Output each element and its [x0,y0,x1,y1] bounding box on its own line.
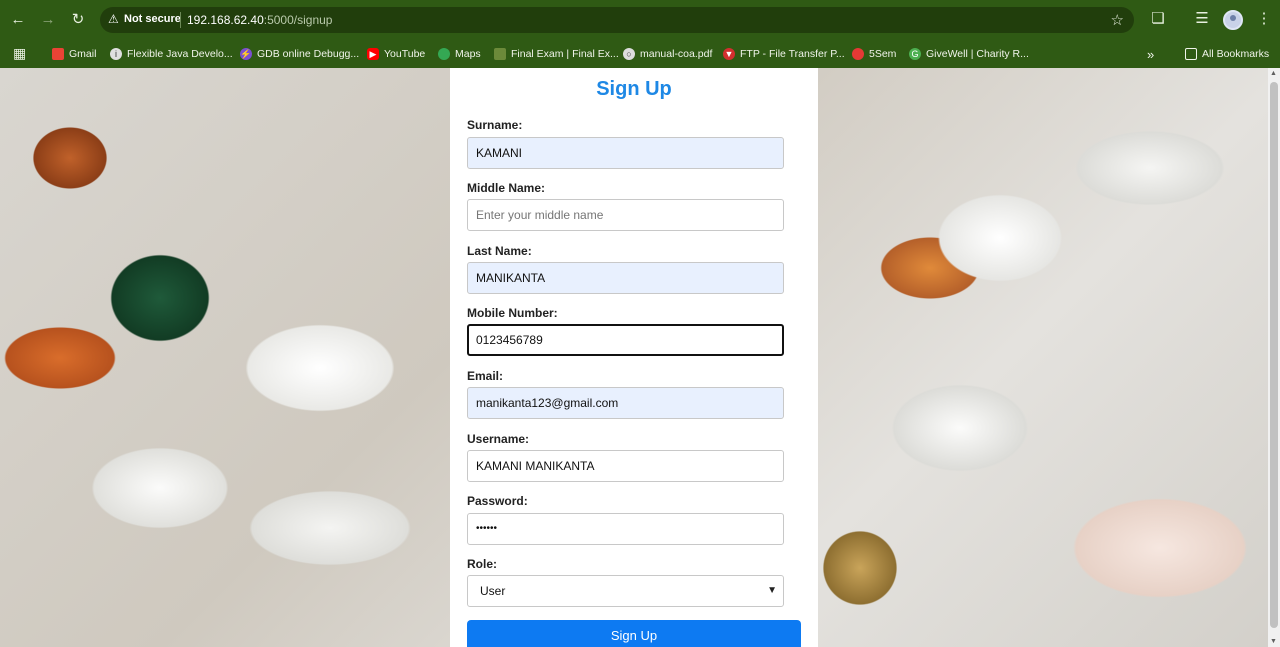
folder-icon [1185,48,1197,60]
bookmark-manual[interactable]: ○ manual-coa.pdf [623,45,712,63]
bookmark-gdb[interactable]: ⚡ GDB online Debugg... [240,45,359,63]
scroll-thumb[interactable] [1270,82,1278,628]
profile-avatar[interactable] [1223,10,1243,30]
gdb-icon: ⚡ [240,48,252,60]
back-icon[interactable]: ← [8,10,28,30]
givewell-icon: G [909,48,921,60]
browser-toolbar: ← → ↻ ⚠ Not secure 192.168.62.40:5000/si… [0,0,1280,40]
email-input[interactable]: manikanta123@gmail.com [467,387,784,419]
page-background: Sign Up Surname: KAMANI Middle Name: Ent… [0,68,1268,647]
scroll-up-icon[interactable]: ▲ [1270,70,1277,77]
forward-icon[interactable]: → [38,10,58,30]
exam-icon [494,48,506,60]
role-value: User [480,584,506,598]
address-bar[interactable]: ⚠ Not secure 192.168.62.40:5000/signup ☆ [100,7,1134,33]
security-label[interactable]: Not secure [124,13,181,25]
5sem-icon [852,48,864,60]
youtube-icon: ▶ [367,48,379,60]
signup-button[interactable]: Sign Up [467,620,801,647]
reload-icon[interactable]: ↻ [68,10,88,30]
menu-icon[interactable]: ⋮ [1254,9,1274,27]
bookmark-gmail[interactable]: Gmail [52,45,96,63]
middle-name-label: Middle Name: [467,181,546,195]
maps-icon [438,48,450,60]
bookmark-java[interactable]: i Flexible Java Develo... [110,45,233,63]
middle-name-input[interactable]: Enter your middle name [467,199,784,231]
gmail-icon [52,48,64,60]
warning-icon: ⚠ [108,12,119,26]
surname-label: Surname: [467,118,523,132]
username-input[interactable]: KAMANI MANIKANTA [467,450,784,482]
info-icon: i [110,48,122,60]
chevron-down-icon: ▼ [767,585,777,596]
role-label: Role: [467,557,497,571]
bookmark-youtube[interactable]: ▶ YouTube [367,45,425,63]
scrollbar[interactable]: ▲ ▼ [1268,68,1280,647]
scroll-down-icon[interactable]: ▼ [1270,638,1277,645]
bookmark-final-exam[interactable]: Final Exam | Final Ex... [494,45,619,63]
bookmark-givewell[interactable]: G GiveWell | Charity R... [909,45,1029,63]
more-bookmarks-button[interactable]: » [1147,45,1154,63]
password-label: Password: [467,494,528,508]
username-label: Username: [467,432,530,446]
mobile-number-label: Mobile Number: [467,306,558,320]
all-bookmarks[interactable]: All Bookmarks [1185,45,1269,63]
bookmark-star-icon[interactable]: ☆ [1111,11,1124,29]
bookmark-maps[interactable]: Maps [438,45,481,63]
role-select[interactable]: User ▼ [467,575,784,607]
signup-card: Sign Up Surname: KAMANI Middle Name: Ent… [450,68,818,647]
url-text[interactable]: 192.168.62.40:5000/signup [187,13,332,27]
extensions-icon[interactable]: ❏ [1148,9,1168,27]
last-name-label: Last Name: [467,244,532,258]
last-name-input[interactable]: MANIKANTA [467,262,784,294]
url-divider [180,12,181,28]
surname-input[interactable]: KAMANI [467,137,784,169]
ftp-icon: ▼ [723,48,735,60]
email-label: Email: [467,369,504,383]
media-queue-icon[interactable]: ☰ [1192,9,1212,27]
page-title: Sign Up [596,78,672,100]
mobile-number-input[interactable]: 0123456789 [467,324,784,356]
bookmark-5sem[interactable]: 5Sem [852,45,896,63]
bookmarks-bar: ▦ Gmail i Flexible Java Develo... ⚡ GDB on… [0,40,1280,68]
apps-grid-icon[interactable]: ▦ [13,45,26,62]
password-input[interactable]: •••••• [467,513,784,545]
bookmark-ftp[interactable]: ▼ FTP - File Transfer P... [723,45,845,63]
globe-icon: ○ [623,48,635,60]
